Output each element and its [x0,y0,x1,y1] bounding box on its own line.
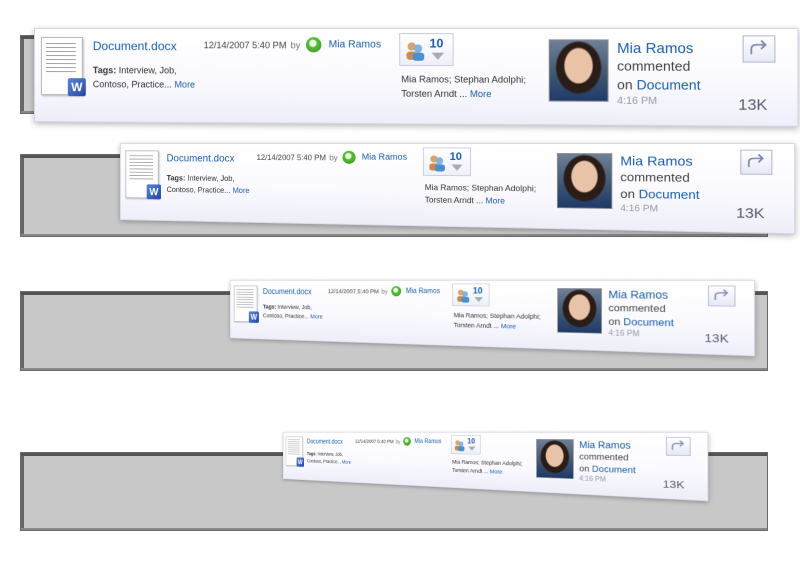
activity-target-link[interactable]: Document [639,187,700,202]
people-count: 10 [467,436,476,446]
activity-time: 4:16 PM [620,203,659,215]
activity-verb: commented [617,58,691,74]
activity-card-2[interactable]: W Document.docx Tags: Interview, Job, Co… [120,143,796,235]
tags-text: Tags: Interview, Job, Contoso, Practice.… [262,303,323,320]
people-dropdown-button[interactable]: 10 [422,147,471,177]
activity-card-1[interactable]: W Document.docx Tags: Interview, Job, Co… [34,28,799,127]
views-count: 13K [662,478,685,492]
by-label: by [290,40,301,51]
people-more-link[interactable]: More [490,468,502,475]
activity-author-link[interactable]: Mia Ramos [620,153,692,168]
activity-verb: commented [579,451,629,463]
people-group-icon [457,289,470,303]
people-group-icon [406,42,425,61]
avatar[interactable] [548,39,609,102]
activity-time: 4:16 PM [617,95,658,108]
activity-target-text: on Document [617,76,701,93]
presence-online-icon [305,37,322,53]
reply-button[interactable] [708,285,736,307]
by-label: by [395,438,401,445]
people-names: Mia Ramos; Stephan Adolphi; Torsten Arnd… [452,458,523,475]
reply-button[interactable] [742,35,776,63]
activity-target-link[interactable]: Document [592,464,636,476]
word-document-icon[interactable]: W [125,150,162,200]
people-count: 10 [449,150,462,163]
by-label: by [381,288,388,295]
activity-author-link[interactable]: Mia Ramos [608,288,668,301]
dropdown-arrow-icon [451,164,463,171]
word-document-icon[interactable]: W [233,285,259,323]
reply-arrow-icon [746,154,767,171]
people-group-icon [429,155,445,172]
avatar[interactable] [556,153,613,209]
activity-verb: commented [608,302,666,315]
word-document-icon[interactable]: W [285,436,304,467]
document-title-link[interactable]: Document.docx [167,152,235,164]
activity-target-link[interactable]: Document [637,77,701,93]
avatar[interactable] [536,439,574,480]
people-dropdown-button[interactable]: 10 [399,33,454,67]
people-more-link[interactable]: More [486,196,505,205]
views-count: 13K [738,96,768,115]
activity-time: 4:16 PM [608,329,640,339]
tags-text: Tags: Interview, Job, Contoso, Practice.… [306,450,352,465]
reply-button[interactable] [740,149,773,175]
people-count: 10 [429,36,444,51]
tags-text: Tags: Interview, Job, Contoso, Practice.… [166,173,250,195]
people-dropdown-button[interactable]: 10 [452,283,490,307]
people-names: Mia Ramos; Stephan Adolphi; Torsten Arnd… [401,74,526,100]
people-group-icon [454,440,465,452]
modified-date: 12/14/2007 5:40 PM [354,438,394,445]
presence-online-icon [342,150,356,164]
people-dropdown-button[interactable]: 10 [450,434,481,455]
modified-date: 12/14/2007 5:40 PM [327,287,379,295]
people-more-link[interactable]: More [470,89,492,99]
avatar[interactable] [557,288,602,334]
modified-date: 12/14/2007 5:40 PM [256,153,326,163]
activity-author-link[interactable]: Mia Ramos [617,39,693,56]
views-count: 13K [736,205,765,222]
tags-more-link[interactable]: More [310,313,322,320]
activity-target-text: on Document [620,186,700,202]
tags-more-link[interactable]: More [342,459,351,465]
views-count: 13K [704,331,729,346]
author-link[interactable]: Mia Ramos [406,288,440,296]
activity-author-link[interactable]: Mia Ramos [579,439,631,450]
document-title-link[interactable]: Document.docx [307,438,343,446]
activity-time: 4:16 PM [579,475,606,484]
author-link[interactable]: Mia Ramos [329,39,381,50]
author-link[interactable]: Mia Ramos [414,438,441,445]
reply-arrow-icon [748,40,770,59]
people-more-link[interactable]: More [501,322,516,330]
reply-button[interactable] [666,436,691,457]
tags-text: Tags: Interview, Job, Contoso, Practice.… [92,65,196,90]
people-names: Mia Ramos; Stephan Adolphi; Torsten Arnd… [424,182,537,206]
dropdown-arrow-icon [431,52,445,60]
document-title-link[interactable]: Document.docx [93,39,177,53]
reply-arrow-icon [713,289,731,304]
presence-online-icon [391,286,402,297]
author-link[interactable]: Mia Ramos [362,153,407,163]
presence-online-icon [403,437,411,446]
word-document-icon[interactable]: W [40,37,86,97]
people-names: Mia Ramos; Stephan Adolphi; Torsten Arnd… [453,311,541,331]
activity-target-text: on Document [608,315,674,329]
activity-target-text: on Document [579,463,636,476]
activity-verb: commented [620,170,690,185]
by-label: by [329,153,338,163]
dropdown-arrow-icon [474,297,483,303]
document-title-link[interactable]: Document.docx [263,287,312,296]
tags-more-link[interactable]: More [233,186,250,195]
people-count: 10 [472,285,483,296]
tags-more-link[interactable]: More [174,79,195,89]
activity-target-link[interactable]: Document [623,316,673,329]
dropdown-arrow-icon [468,446,476,451]
modified-date: 12/14/2007 5:40 PM [203,40,287,51]
reply-arrow-icon [670,440,686,453]
